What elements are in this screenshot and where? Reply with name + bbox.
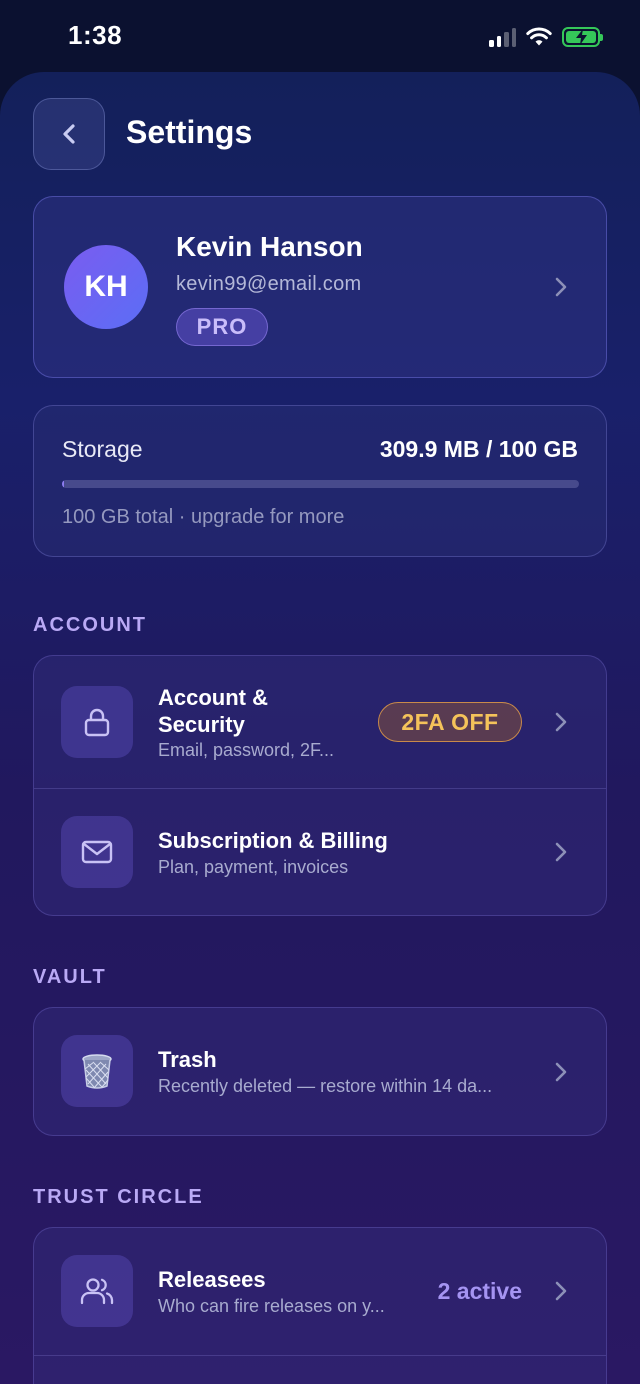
section-title-vault: VAULT — [33, 966, 107, 988]
row-subtitle: Who can fire releases on y... — [158, 1296, 385, 1316]
storage-label: Storage — [62, 436, 143, 462]
row-subtitle: Plan, payment, invoices — [158, 857, 349, 877]
wifi-icon — [526, 27, 552, 47]
row-title: Subscription & Billing — [158, 828, 388, 853]
subscription-billing-row[interactable]: Subscription & Billing Plan, payment, in… — [34, 789, 606, 917]
profile-name: Kevin Hanson — [176, 231, 363, 262]
storage-card: Storage 309.9 MB / 100 GB 100 GB total ·… — [33, 405, 607, 557]
divider — [34, 1355, 606, 1356]
releasees-count: 2 active — [437, 1278, 522, 1304]
row-title-line2: Security — [158, 712, 245, 737]
row-subtitle: Email, password, 2F... — [158, 740, 335, 760]
trust-circle-card: Releasees Who can fire releases on y... … — [33, 1227, 607, 1384]
back-button[interactable] — [33, 98, 105, 170]
storage-note: 100 GB total · upgrade for more — [62, 506, 345, 528]
chevron-right-icon — [555, 842, 567, 862]
row-title: Releasees — [158, 1267, 266, 1292]
plan-badge: PRO — [176, 308, 268, 346]
mail-icon — [61, 816, 133, 888]
page-title: Settings — [126, 114, 253, 150]
2fa-status-badge: 2FA OFF — [378, 702, 522, 742]
account-card: Account & Security Email, password, 2F..… — [33, 655, 607, 916]
users-icon — [61, 1255, 133, 1327]
battery-charging-icon — [562, 27, 603, 47]
trash-icon — [61, 1035, 133, 1107]
profile-card[interactable]: KH Kevin Hanson kevin99@email.com PRO — [33, 196, 607, 378]
status-time: 1:38 — [68, 20, 123, 50]
chevron-right-icon — [555, 277, 567, 297]
cellular-signal-icon — [489, 27, 516, 47]
status-icons — [489, 24, 603, 50]
lock-icon — [61, 686, 133, 758]
profile-email: kevin99@email.com — [176, 273, 362, 295]
chevron-left-icon — [63, 124, 75, 144]
row-title: Trash — [158, 1047, 217, 1072]
account-security-row[interactable]: Account & Security Email, password, 2F..… — [34, 656, 606, 788]
row-subtitle: Recently deleted — restore within 14 da.… — [158, 1076, 493, 1096]
row-title: Account & — [158, 685, 268, 710]
status-bar: 1:38 — [0, 0, 640, 72]
trash-row[interactable]: Trash Recently deleted — restore within … — [34, 1008, 606, 1137]
section-title-account: ACCOUNT — [33, 614, 147, 636]
releasees-row[interactable]: Releasees Who can fire releases on y... … — [34, 1228, 606, 1356]
settings-sheet: Settings KH Kevin Hanson kevin99@email.c… — [0, 72, 640, 1384]
vault-card: Trash Recently deleted — restore within … — [33, 1007, 607, 1136]
chevron-right-icon — [555, 1062, 567, 1082]
storage-value: 309.9 MB / 100 GB — [379, 436, 578, 462]
chevron-right-icon — [555, 1281, 567, 1301]
storage-progress-fill — [62, 480, 64, 488]
avatar: KH — [64, 245, 148, 329]
chevron-right-icon — [555, 712, 567, 732]
storage-progress-bar — [62, 480, 579, 488]
section-title-trust-circle: TRUST CIRCLE — [33, 1186, 204, 1208]
